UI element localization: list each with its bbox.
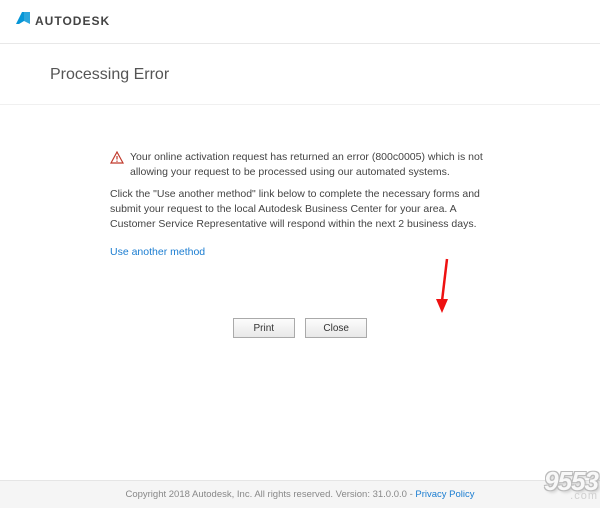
instruction-text: Click the "Use another method" link belo… — [110, 187, 490, 231]
warning-icon — [110, 151, 124, 170]
print-button[interactable]: Print — [233, 318, 295, 338]
use-another-method-link[interactable]: Use another method — [110, 246, 205, 258]
autodesk-icon — [15, 10, 31, 31]
privacy-policy-link[interactable]: Privacy Policy — [415, 489, 474, 500]
copyright-text: Copyright 2018 Autodesk, Inc. All rights… — [125, 489, 415, 500]
content-area: Your online activation request has retur… — [0, 105, 600, 280]
page-title: Processing Error — [50, 66, 550, 84]
footer: Copyright 2018 Autodesk, Inc. All rights… — [0, 480, 600, 508]
header: AUTODESK — [0, 0, 600, 44]
brand-logo: AUTODESK — [15, 10, 110, 31]
error-row: Your online activation request has retur… — [110, 150, 490, 179]
brand-text: AUTODESK — [35, 14, 110, 28]
close-button[interactable]: Close — [305, 318, 367, 338]
button-row: Print Close — [0, 318, 600, 338]
error-message: Your online activation request has retur… — [130, 150, 490, 179]
title-section: Processing Error — [0, 44, 600, 105]
